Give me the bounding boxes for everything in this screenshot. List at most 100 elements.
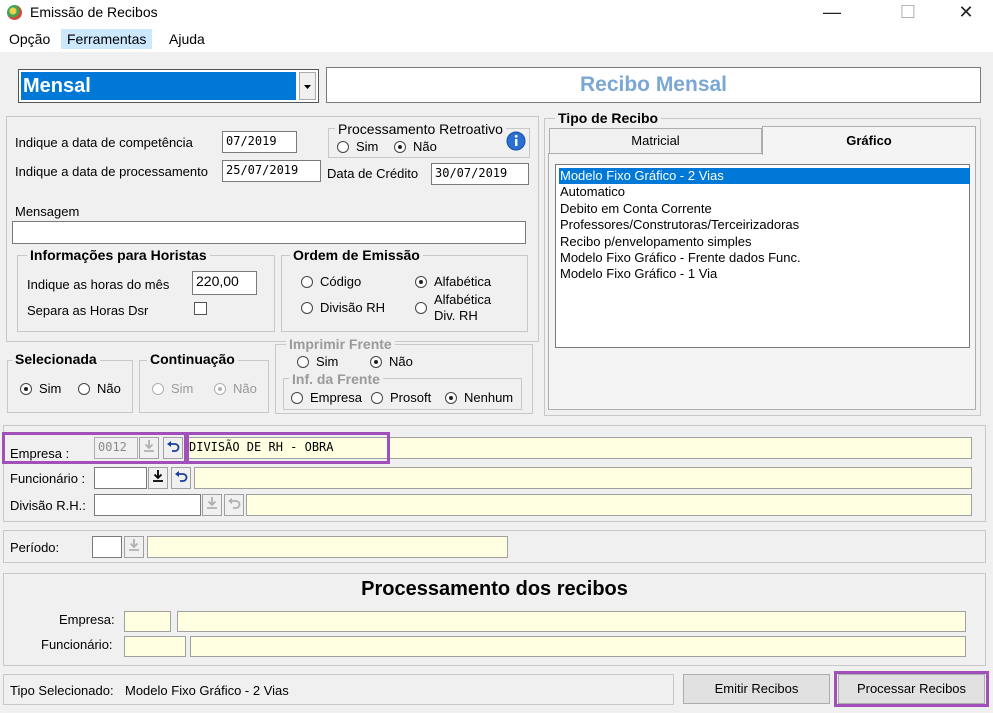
- horas-input[interactable]: 220,00: [192, 271, 257, 295]
- continuacao-sim-label: Sim: [171, 381, 194, 396]
- imprimir-sim-radio[interactable]: [297, 356, 309, 368]
- periodo-label: Período:: [10, 540, 60, 555]
- mode-select-value: Mensal: [21, 72, 296, 100]
- divisao-name-field: [246, 494, 972, 516]
- processamento-input[interactable]: 25/07/2019: [222, 160, 321, 182]
- processamento-title: Processamento dos recibos: [361, 578, 628, 600]
- recibo-list[interactable]: Modelo Fixo Gráfico - 2 Vias Automatico …: [555, 164, 970, 348]
- window-title: Emissão de Recibos: [30, 4, 158, 20]
- ordem-alfa-div-label-2: Div. RH: [434, 308, 478, 323]
- periodo-input[interactable]: [92, 536, 122, 558]
- tipo-recibo-title: Tipo de Recibo: [555, 110, 662, 126]
- ordem-alfabetica-label: Alfabética: [434, 274, 492, 289]
- retroativo-sim-radio[interactable]: [337, 141, 349, 153]
- inf-frente-title: Inf. da Frente: [289, 371, 383, 387]
- mensagem-input[interactable]: [12, 221, 526, 244]
- ordem-codigo-radio[interactable]: [301, 276, 313, 288]
- ordem-divisao-label: Divisão RH: [320, 300, 386, 315]
- download-icon[interactable]: [124, 536, 144, 558]
- periodo-name-field: [147, 536, 508, 558]
- funcionario-name-field: [194, 467, 972, 489]
- retroativo-title: Processamento Retroativo: [335, 121, 506, 137]
- ordem-alfa-div-radio[interactable]: [415, 302, 427, 314]
- retroativo-nao-label: Não: [413, 139, 437, 154]
- list-item[interactable]: Modelo Fixo Gráfico - 1 Via: [559, 266, 717, 282]
- mode-select[interactable]: Mensal: [18, 69, 319, 103]
- download-icon[interactable]: [148, 467, 168, 489]
- undo-icon[interactable]: [224, 494, 244, 516]
- inf-nenhum-radio[interactable]: [445, 392, 457, 404]
- retroativo-nao-radio[interactable]: [394, 141, 406, 153]
- proc-empresa-label: Empresa:: [59, 612, 115, 627]
- ordem-title: Ordem de Emissão: [290, 247, 423, 263]
- menu-ferramentas[interactable]: Ferramentas: [61, 29, 153, 49]
- funcionario-input[interactable]: [94, 467, 147, 489]
- list-item[interactable]: Automatico: [559, 184, 625, 200]
- ordem-divisao-radio[interactable]: [301, 302, 313, 314]
- ordem-alfabetica-radio[interactable]: [415, 276, 427, 288]
- tab-matricial[interactable]: Matricial: [549, 128, 762, 153]
- inf-prosoft-label: Prosoft: [390, 390, 432, 405]
- list-item[interactable]: Recibo p/envelopamento simples: [559, 234, 752, 250]
- inf-empresa-radio[interactable]: [291, 392, 303, 404]
- download-icon[interactable]: [202, 494, 222, 516]
- continuacao-sim-radio[interactable]: [152, 383, 164, 395]
- mode-title: Recibo Mensal: [326, 67, 981, 103]
- list-item[interactable]: Professores/Construtoras/Terceirizadoras: [559, 217, 799, 233]
- selecionada-nao-label: Não: [97, 381, 121, 396]
- tipo-selecionado-value: Modelo Fixo Gráfico - 2 Vias: [125, 683, 289, 698]
- close-button[interactable]: ✕: [943, 0, 989, 26]
- proc-funcionario-name-field: [190, 636, 966, 657]
- dsr-label: Separa as Horas Dsr: [27, 303, 149, 318]
- selecionada-sim-radio[interactable]: [20, 383, 32, 395]
- proc-funcionario-label: Funcionário:: [41, 637, 113, 652]
- highlight-processar: [834, 671, 989, 707]
- emitir-recibos-button[interactable]: Emitir Recibos: [683, 674, 830, 704]
- info-icon[interactable]: [506, 131, 526, 151]
- inf-empresa-label: Empresa: [310, 390, 363, 405]
- app-icon: [7, 5, 22, 20]
- tab-grafico[interactable]: Gráfico: [762, 126, 976, 155]
- list-item[interactable]: Debito em Conta Corrente: [559, 201, 712, 217]
- proc-funcionario-code-field: [124, 636, 186, 657]
- funcionario-label: Funcionário :: [10, 471, 86, 486]
- dropdown-arrow-icon[interactable]: [299, 72, 316, 100]
- highlight-empresa-code: [2, 432, 189, 464]
- ordem-codigo-label: Código: [320, 274, 362, 289]
- horistas-title: Informações para Horistas: [27, 247, 210, 263]
- menu-opcao[interactable]: Opção: [4, 30, 55, 48]
- continuacao-nao-label: Não: [233, 381, 257, 396]
- competencia-label: Indique a data de competência: [15, 135, 193, 150]
- imprimir-nao-label: Não: [389, 354, 413, 369]
- inf-nenhum-label: Nenhum: [464, 390, 514, 405]
- imprimir-nao-radio[interactable]: [370, 356, 382, 368]
- competencia-input[interactable]: 07/2019: [222, 131, 297, 153]
- continuacao-nao-radio[interactable]: [214, 383, 226, 395]
- proc-empresa-code-field: [124, 611, 171, 632]
- selecionada-nao-radio[interactable]: [78, 383, 90, 395]
- maximize-button[interactable]: ☐: [885, 0, 931, 26]
- mensagem-label: Mensagem: [15, 204, 80, 219]
- minimize-button[interactable]: —: [809, 0, 855, 26]
- menu-ajuda[interactable]: Ajuda: [164, 30, 210, 48]
- imprimir-sim-label: Sim: [316, 354, 339, 369]
- dsr-checkbox[interactable]: [194, 302, 207, 315]
- credito-input[interactable]: 30/07/2019: [431, 163, 529, 185]
- continuacao-title: Continuação: [147, 351, 238, 367]
- selecionada-sim-label: Sim: [39, 381, 62, 396]
- inf-prosoft-radio[interactable]: [371, 392, 383, 404]
- divisao-label: Divisão R.H.:: [10, 498, 86, 513]
- processamento-label: Indique a data de processamento: [15, 164, 208, 179]
- imprimir-frente-title: Imprimir Frente: [286, 336, 395, 352]
- divisao-input[interactable]: [94, 494, 201, 516]
- credito-label: Data de Crédito: [327, 166, 419, 181]
- retroativo-sim-label: Sim: [356, 139, 379, 154]
- horas-label: Indique as horas do mês: [27, 277, 170, 292]
- highlight-empresa-name: [184, 432, 390, 464]
- selecionada-title: Selecionada: [12, 351, 100, 367]
- list-item[interactable]: Modelo Fixo Gráfico - 2 Vias: [559, 168, 970, 184]
- undo-icon[interactable]: [171, 467, 191, 489]
- proc-empresa-name-field: [177, 611, 966, 632]
- tipo-selecionado-label: Tipo Selecionado:: [10, 683, 114, 698]
- list-item[interactable]: Modelo Fixo Gráfico - Frente dados Func.: [559, 250, 801, 266]
